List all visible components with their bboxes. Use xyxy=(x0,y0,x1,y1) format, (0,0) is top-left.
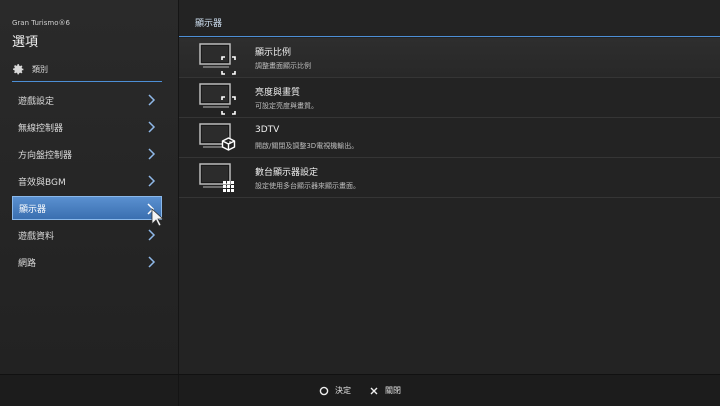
option-description: 可設定亮度與畫質。 xyxy=(255,102,318,110)
category-label: 類別 xyxy=(32,64,48,74)
sidebar-divider xyxy=(12,81,162,82)
sidebar-item-label: 無線控制器 xyxy=(18,123,64,134)
option-brightness-quality[interactable]: 亮度與畫質 可設定亮度與畫質。 xyxy=(179,78,720,118)
option-3dtv[interactable]: 3DTV 開啟/關閉及調整3D電視機輸出。 xyxy=(179,118,720,158)
app-name: Gran Turismo®6 xyxy=(12,19,70,27)
sidebar-title: 選項 xyxy=(12,35,39,50)
button-hints: 決定 關閉 xyxy=(0,375,720,406)
sidebar-item-steering-wheel[interactable]: 方向盤控制器 xyxy=(12,142,162,166)
close-label: 關閉 xyxy=(385,386,401,395)
aspect-ratio-icon xyxy=(199,43,236,75)
option-title: 數台顯示器設定 xyxy=(255,168,319,178)
options-list: 顯示比例 調整畫面顯示比例 亮度與畫質 可設定亮度與畫質。 3DTV 開啟/關閉 xyxy=(179,38,720,198)
sidebar-item-label: 遊戲設定 xyxy=(18,96,55,107)
main-panel: 顯示器 顯示比例 調整畫面顯示比例 亮度與畫質 可設定亮度與畫質。 3DTV 開… xyxy=(179,0,720,374)
page-title: 顯示器 xyxy=(195,19,223,29)
multi-display-grid-icon xyxy=(199,163,234,192)
chevron-right-icon xyxy=(148,148,156,160)
chevron-right-icon xyxy=(148,175,156,187)
option-description: 開啟/關閉及調整3D電視機輸出。 xyxy=(255,142,359,150)
cross-button-icon xyxy=(370,387,378,394)
chevron-right-icon xyxy=(148,229,156,241)
option-title: 亮度與畫質 xyxy=(255,88,301,98)
pointer-cursor-icon xyxy=(151,208,164,227)
sidebar-item-wireless-controller[interactable]: 無線控制器 xyxy=(12,115,162,139)
chevron-right-icon xyxy=(148,256,156,268)
confirm-hint[interactable]: 決定 xyxy=(319,385,351,396)
sidebar-item-label: 顯示器 xyxy=(19,204,47,215)
option-description: 設定使用多台顯示器來顯示畫面。 xyxy=(255,182,360,190)
sidebar-item-label: 音效與BGM xyxy=(18,177,66,188)
chevron-right-icon xyxy=(148,121,156,133)
sidebar-item-label: 遊戲資料 xyxy=(18,231,55,242)
sidebar: Gran Turismo®6 選項 類別 遊戲設定 無線控制器 方向盤控制器 音… xyxy=(0,0,179,374)
close-hint[interactable]: 關閉 xyxy=(369,385,401,396)
option-description: 調整畫面顯示比例 xyxy=(255,62,311,70)
option-title: 顯示比例 xyxy=(255,48,292,58)
option-title: 3DTV xyxy=(255,125,280,135)
main-header: 顯示器 xyxy=(179,0,720,37)
gear-icon xyxy=(13,63,24,74)
brightness-icon xyxy=(199,83,236,115)
category-header: 類別 xyxy=(12,62,48,76)
sidebar-menu: 遊戲設定 無線控制器 方向盤控制器 音效與BGM 顯示器 遊戲資料 網路 xyxy=(12,88,162,277)
confirm-label: 決定 xyxy=(335,386,351,395)
sidebar-item-display[interactable]: 顯示器 xyxy=(12,196,162,220)
chevron-right-icon xyxy=(148,94,156,106)
option-aspect-ratio[interactable]: 顯示比例 調整畫面顯示比例 xyxy=(179,38,720,78)
sidebar-item-network[interactable]: 網路 xyxy=(12,250,162,274)
sidebar-item-sound-bgm[interactable]: 音效與BGM xyxy=(12,169,162,193)
footer-bar: 決定 關閉 xyxy=(0,374,720,406)
sidebar-item-label: 方向盤控制器 xyxy=(18,150,73,161)
3d-cube-icon xyxy=(199,123,236,151)
circle-button-icon xyxy=(319,386,329,395)
option-multi-display[interactable]: 數台顯示器設定 設定使用多台顯示器來顯示畫面。 xyxy=(179,158,720,198)
sidebar-item-label: 網路 xyxy=(18,258,37,269)
sidebar-item-game-data[interactable]: 遊戲資料 xyxy=(12,223,162,247)
sidebar-item-game-settings[interactable]: 遊戲設定 xyxy=(12,88,162,112)
